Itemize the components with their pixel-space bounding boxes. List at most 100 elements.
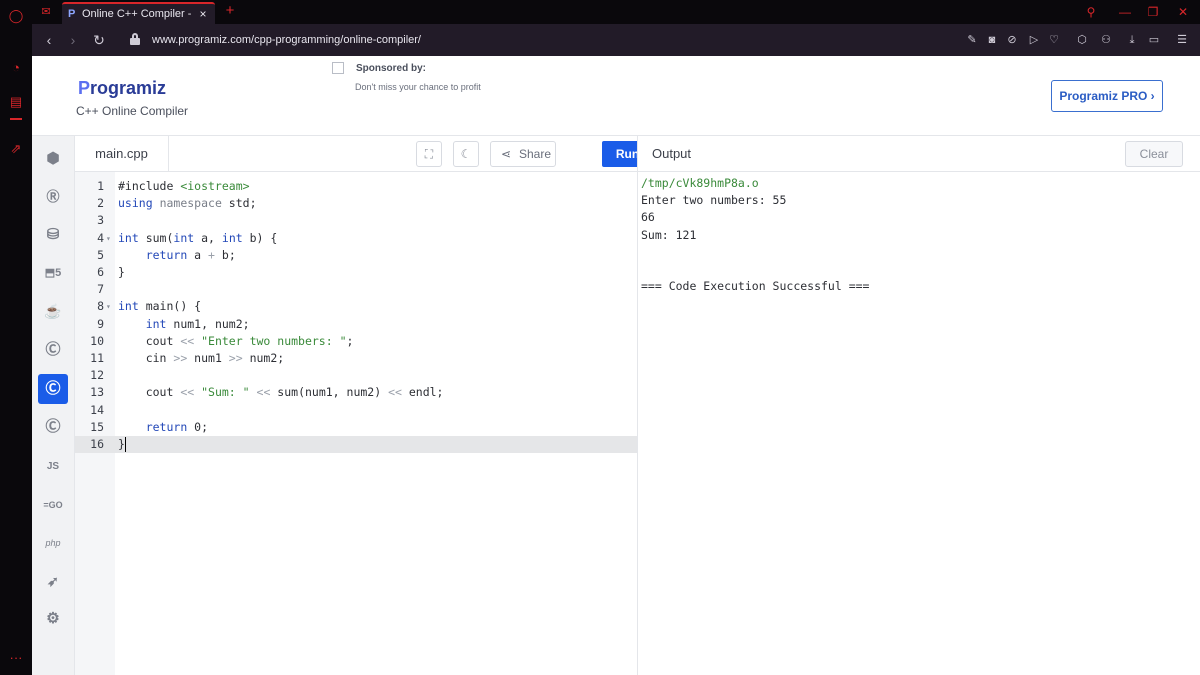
code-line[interactable]: 11 cin >> num1 >> num2;: [75, 350, 637, 367]
share-label: Share: [519, 147, 552, 161]
php-icon[interactable]: php: [38, 528, 68, 558]
cube-icon[interactable]: ⬡: [1074, 32, 1090, 48]
code-text: return 0;: [145, 419, 209, 434]
output-line: 66: [641, 210, 655, 225]
sponsor-title: Sponsored by:: [356, 63, 427, 74]
line-number: 12: [90, 368, 104, 383]
fold-arrow-icon[interactable]: ▾: [106, 230, 114, 247]
sponsor-text[interactable]: Don't miss your chance to profit: [355, 80, 555, 94]
output-line: /tmp/cVk89hmP8a.o: [641, 176, 759, 190]
play-icon[interactable]: ▷: [1026, 32, 1042, 48]
sql-icon[interactable]: ⛁: [38, 220, 68, 250]
html-icon[interactable]: ⬒5: [38, 258, 68, 288]
search-tabs-icon[interactable]: ⚲: [1082, 3, 1100, 21]
line-number: 1: [97, 179, 104, 193]
language-sidebar: ⬢ Ⓡ ⛁ ⬒5 ☕ Ⓒ Ⓒ Ⓒ JS =GO php ➶ ⚙: [32, 136, 75, 675]
profile-icon[interactable]: ⚇: [1098, 32, 1114, 48]
code-line[interactable]: 13 cout << "Sum: " << sum(num1, num2) <<…: [75, 384, 637, 401]
code-text: cout << "Sum: " << sum(num1, num2) << en…: [118, 385, 444, 400]
line-number: 14: [90, 402, 104, 417]
java-icon[interactable]: ☕: [38, 296, 68, 326]
line-number: 13: [90, 385, 104, 400]
code-line[interactable]: 15 return 0;: [75, 419, 637, 436]
close-window-icon[interactable]: ✕: [1174, 3, 1192, 21]
reload-icon[interactable]: ↻: [90, 31, 108, 49]
dark-mode-icon[interactable]: ☾: [453, 141, 479, 167]
code-line[interactable]: 16}: [75, 436, 637, 453]
code-line[interactable]: 4 ▾ int sum(int a, int b) {: [75, 230, 637, 247]
gaming-icon[interactable]: ▤: [8, 94, 24, 110]
adblock-icon[interactable]: ⊘: [1004, 32, 1020, 48]
file-tab-main-cpp[interactable]: main.cpp: [75, 136, 169, 172]
code-text: int num1, num2;: [145, 316, 250, 331]
back-icon[interactable]: ‹: [40, 31, 58, 49]
snapshot-icon[interactable]: ◙: [984, 32, 1000, 48]
minimize-icon[interactable]: —: [1116, 3, 1134, 21]
browser-sidebar: ◯ ◔ ▤ ⇗ ···: [0, 0, 32, 675]
speed-dial-icon[interactable]: ◔: [8, 60, 24, 76]
code-text: int main() {: [118, 299, 202, 314]
easy-setup-icon[interactable]: ☰: [1174, 32, 1190, 48]
code-line[interactable]: 14: [75, 402, 637, 419]
output-title: Output: [652, 146, 692, 161]
r-icon[interactable]: Ⓡ: [38, 182, 68, 212]
c-icon[interactable]: Ⓒ: [38, 335, 68, 365]
edit-icon[interactable]: ✎: [964, 32, 980, 48]
line-number: 6: [97, 265, 104, 279]
code-line[interactable]: 2 using namespace std;: [75, 195, 637, 212]
download-icon[interactable]: ⤓: [1124, 32, 1140, 48]
javascript-icon[interactable]: JS: [38, 452, 68, 482]
code-text: }: [118, 437, 125, 451]
battery-icon[interactable]: ▭: [1146, 32, 1162, 48]
code-line[interactable]: 8 ▾ int main() {: [75, 298, 637, 315]
share-button[interactable]: ⋖ Share: [490, 141, 556, 167]
code-line[interactable]: 9 int num1, num2;: [75, 316, 637, 333]
rust-icon[interactable]: ⚙: [38, 604, 68, 634]
csharp-icon[interactable]: Ⓒ: [38, 412, 68, 442]
line-number: 11: [90, 351, 104, 365]
clear-button[interactable]: Clear: [1125, 141, 1183, 167]
line-number: 5: [97, 247, 104, 262]
programiz-pro-button[interactable]: Programiz PRO ›: [1051, 80, 1163, 112]
fullscreen-icon[interactable]: ⛶: [416, 141, 442, 167]
cpp-icon[interactable]: Ⓒ: [38, 374, 68, 404]
lock-icon: [130, 33, 140, 45]
restore-icon[interactable]: ❐: [1144, 3, 1162, 21]
new-tab-icon[interactable]: +: [222, 2, 238, 20]
code-line[interactable]: 10 cout << "Enter two numbers: ";: [75, 333, 637, 350]
go-icon[interactable]: =GO: [38, 490, 68, 520]
line-number: 2: [97, 196, 104, 211]
output-line: Sum: 121: [641, 227, 697, 242]
text-cursor: [125, 437, 126, 452]
fold-arrow-icon[interactable]: ▾: [106, 298, 114, 315]
code-editor[interactable]: 1 #include <iostream> 2 using namespace std…: [75, 172, 637, 675]
code-line[interactable]: 1 #include <iostream>: [75, 178, 637, 195]
line-number: 16: [90, 437, 104, 451]
code-line[interactable]: 6}: [75, 264, 637, 281]
heart-icon[interactable]: ♡: [1046, 32, 1062, 48]
code-line[interactable]: 5 return a + b;: [75, 247, 637, 264]
browser-window: ◯ ◔ ▤ ⇗ ··· ✉ P Online C++ Compiler - Pr…: [0, 0, 1200, 675]
output-toolbar: Output Clear: [637, 136, 1200, 172]
line-number: 10: [90, 333, 104, 348]
line-number: 15: [90, 419, 104, 434]
forward-icon[interactable]: ›: [64, 31, 82, 49]
tab-close-icon[interactable]: ×: [196, 6, 210, 22]
url-field[interactable]: www.programiz.com/cpp-programming/online…: [152, 33, 552, 47]
python-icon[interactable]: ⬢: [38, 144, 68, 174]
opera-logo-icon[interactable]: ◯: [8, 8, 24, 24]
address-bar: ‹ › ↻ www.programiz.com/cpp-programming/…: [32, 24, 1200, 56]
programiz-logo[interactable]: Programiz: [78, 76, 198, 100]
line-number: 3: [97, 213, 104, 228]
code-line[interactable]: 7: [75, 281, 637, 298]
share-icon: ⋖: [500, 147, 512, 161]
output-panel: /tmp/cVk89hmP8a.o Enter two numbers: 55 66…: [637, 172, 1200, 675]
swift-icon[interactable]: ➶: [38, 566, 68, 596]
code-line[interactable]: 3: [75, 212, 637, 229]
stats-icon[interactable]: ⇗: [8, 141, 24, 157]
more-icon[interactable]: ···: [8, 650, 24, 666]
code-line[interactable]: 12: [75, 367, 637, 384]
mail-icon[interactable]: ✉: [38, 4, 54, 20]
browser-tab-active[interactable]: P Online C++ Compiler - Pro ×: [62, 2, 215, 24]
